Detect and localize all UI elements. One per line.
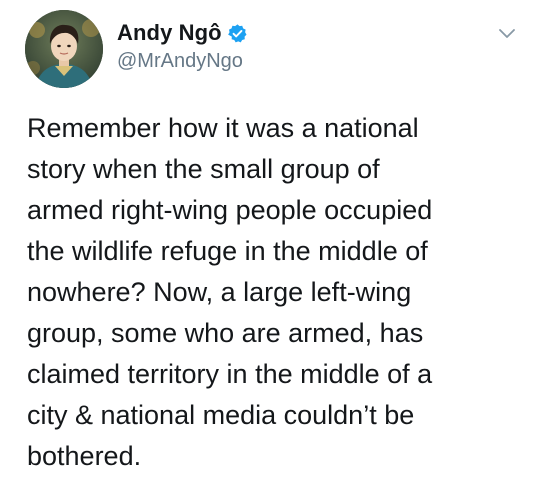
display-name[interactable]: Andy Ngô [117,20,222,46]
avatar[interactable] [25,10,103,88]
tweet-text-line: story when the small group of [27,154,380,184]
tweet-text-line: nowhere? Now, a large left-wing [27,277,412,307]
tweet-card: Andy Ngô @MrAndyNgo Remember how it was … [0,0,540,504]
tweet-text: Remember how it was a national story whe… [27,108,517,477]
avatar-illustration [25,10,103,88]
tweet-text-line: bothered. [27,441,142,471]
tweet-text-line: armed right-wing people occupied [27,195,433,225]
tweet-text-line: group, some who are armed, has [27,318,424,348]
chevron-down-icon[interactable] [497,27,517,41]
verified-badge-icon [227,23,248,44]
tweet-text-line: city & national media couldn’t be [27,400,415,430]
author-handle[interactable]: @MrAndyNgo [117,50,243,73]
tweet-text-line: claimed territory in the middle of a [27,359,433,389]
author-name-row: Andy Ngô [117,19,248,47]
tweet-text-line: the wildlife refuge in the middle of [27,236,428,266]
tweet-text-line: Remember how it was a national [27,113,419,143]
